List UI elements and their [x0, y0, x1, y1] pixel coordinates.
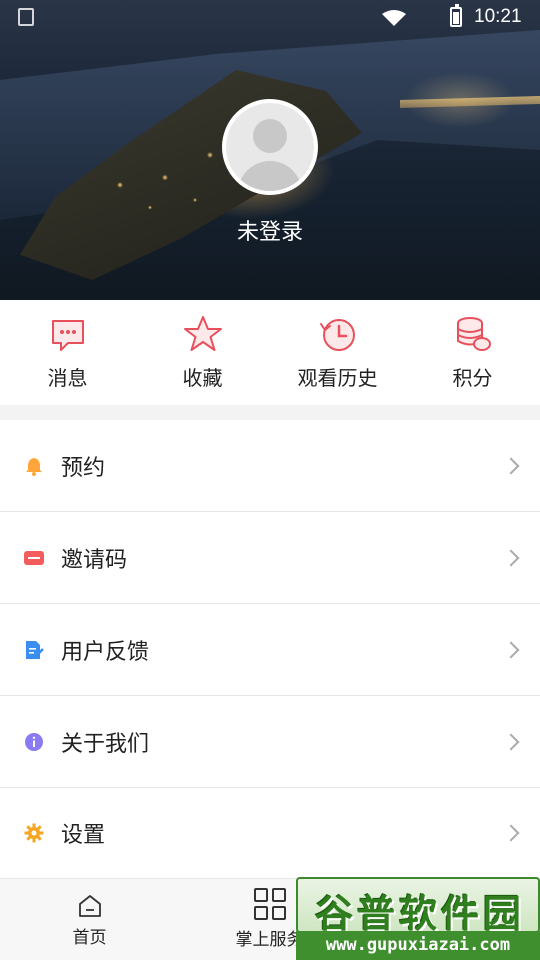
history-icon	[319, 319, 355, 351]
avatar-body	[238, 161, 302, 191]
battery-icon	[450, 4, 462, 27]
gear-icon	[24, 823, 44, 843]
status-bar: 10:21	[0, 0, 540, 36]
notification-icon	[18, 8, 34, 26]
grid-icon	[253, 888, 286, 920]
watermark-title: 谷普软件园	[314, 892, 525, 936]
menu-item-feedback[interactable]: 用户反馈	[0, 604, 540, 696]
bell-icon	[26, 457, 42, 476]
quick-action-favorites[interactable]: 收藏	[135, 300, 270, 405]
quick-actions: 消息 收藏 观看历史 积分	[0, 300, 540, 405]
watermark-url: www.gupuxiazai.com	[296, 931, 540, 960]
chevron-right-icon	[502, 733, 520, 750]
wifi-icon	[382, 10, 406, 26]
star-icon	[183, 316, 222, 351]
quick-action-history[interactable]: 观看历史	[270, 300, 405, 405]
avatar[interactable]	[222, 99, 318, 195]
menu-item-label: 邀请码	[61, 547, 128, 573]
nav-label: 掌上服务	[235, 930, 304, 950]
watermark: 谷普软件园 www.gupuxiazai.com	[296, 877, 540, 960]
menu-item-label: 设置	[61, 823, 106, 848]
menu-item-label: 关于我们	[61, 731, 150, 757]
menu-item-about[interactable]: 关于我们	[0, 696, 540, 788]
watermark-logo: 谷普软件园	[296, 877, 540, 936]
ticket-icon	[24, 550, 44, 565]
chevron-right-icon	[502, 641, 520, 658]
home-icon	[78, 895, 101, 917]
header-banner: 10:21 未登录	[0, 0, 540, 300]
quick-action-label: 消息	[47, 366, 88, 390]
menu-item-reservation[interactable]: 预约	[0, 420, 540, 512]
menu-item-invite-code[interactable]: 邀请码	[0, 512, 540, 604]
avatar-head	[253, 119, 287, 153]
chevron-right-icon	[502, 549, 520, 566]
login-status[interactable]: 未登录	[0, 214, 540, 246]
nav-label: 首页	[72, 928, 107, 948]
menu-item-label: 用户反馈	[61, 639, 150, 665]
quick-action-label: 积分	[452, 366, 493, 390]
message-icon	[51, 320, 84, 351]
info-icon	[25, 732, 43, 751]
menu-item-settings[interactable]: 设置	[0, 788, 540, 878]
menu-item-label: 预约	[61, 455, 106, 481]
quick-action-messages[interactable]: 消息	[0, 300, 135, 405]
status-time: 10:21	[474, 6, 522, 27]
chevron-right-icon	[502, 457, 520, 474]
nav-tab-home[interactable]: 首页	[22, 879, 157, 960]
quick-action-label: 收藏	[182, 366, 223, 390]
quick-action-points[interactable]: 积分	[405, 300, 540, 405]
feedback-icon	[26, 640, 44, 659]
quick-action-label: 观看历史	[297, 366, 378, 390]
menu-list: 预约 邀请码 用户反馈 关于我们 设置	[0, 420, 540, 878]
chevron-right-icon	[502, 824, 520, 842]
coins-icon	[456, 317, 491, 351]
